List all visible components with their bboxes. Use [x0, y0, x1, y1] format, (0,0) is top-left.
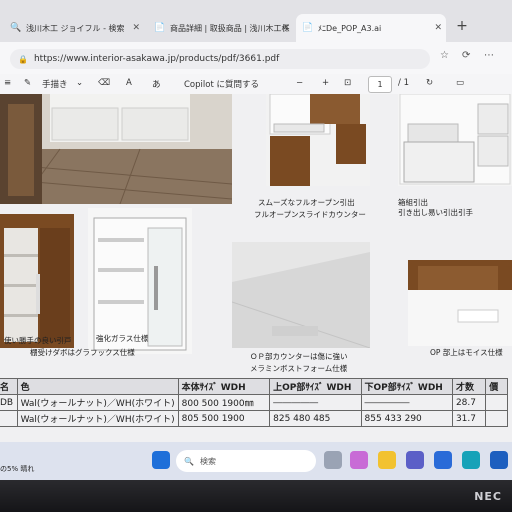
table-cell: 28.7 [451, 394, 487, 411]
table-cell: 31.7 [451, 410, 487, 427]
table-cell: DB [0, 394, 18, 411]
weather-widget[interactable]: の5% 晴れ [0, 464, 34, 474]
search-favicon-icon: 🔍 [10, 23, 22, 33]
table-row: Wal(ウォールナット)／WH(ホワイト) 805 500 1900 825 4… [0, 410, 508, 427]
caption-tempered-glass: 強化ガラス仕様 [96, 334, 149, 343]
slide-drawer-photo [266, 94, 370, 186]
header-cell: 色 [16, 378, 179, 395]
tab-label: ﾒﾆDe_POP_A3.ai [318, 23, 382, 33]
url-text: https://www.interior-asakawa.jp/products… [33, 54, 280, 64]
two-page-icon[interactable]: ▭ [456, 78, 464, 88]
task-view-icon[interactable] [324, 451, 342, 469]
caption-counter-durable: ＯＰ部カウンターは傷に強い [250, 352, 348, 361]
caption-drawer-handle: 引き出し易い引出引手 [398, 208, 473, 217]
counter-photo [232, 242, 370, 348]
search-placeholder: 検索 [199, 456, 216, 466]
laptop-bezel [0, 480, 512, 512]
tab-product[interactable]: 📄 商品詳細 | 取扱商品 | 浅川木工株 ✕ [148, 14, 294, 42]
page-total: / 1 [398, 78, 409, 88]
screen: 🔍 浅川木工 ジョイフル - 検索 ✕ 📄 商品詳細 | 取扱商品 | 浅川木工… [0, 0, 512, 480]
chevron-down-icon[interactable]: ⌄ [76, 78, 83, 88]
new-tab-button[interactable]: + [452, 16, 472, 36]
table-cell [485, 410, 508, 427]
table-row: DB Wal(ウォールナット)／WH(ホワイト) 800 500 1900㎜ ―… [0, 394, 508, 411]
read-aloud-button[interactable]: A [126, 78, 132, 88]
close-icon[interactable]: ✕ [132, 23, 140, 33]
start-icon[interactable] [152, 451, 170, 469]
caption-shelf-pins: 棚受けダボはグラフックス仕様 [30, 348, 135, 357]
caption-slide-drawer: スムーズなフルオープン引出 [258, 198, 355, 207]
file-explorer-icon[interactable] [378, 451, 396, 469]
page-number-input[interactable]: 1 [368, 76, 392, 93]
header-cell: 才数 [451, 378, 487, 395]
tab-search[interactable]: 🔍 浅川木工 ジョイフル - 検索 ✕ [4, 14, 144, 42]
box-drawer-photo [398, 94, 512, 186]
header-cell: 名 [0, 378, 18, 395]
word-icon[interactable] [490, 451, 508, 469]
more-icon[interactable]: ⋯ [484, 50, 494, 61]
sliding-door-photo [0, 214, 74, 348]
table-cell: Wal(ウォールナット)／WH(ホワイト) [16, 410, 179, 427]
table-cell: Wal(ウォールナット)／WH(ホワイト) [16, 394, 179, 411]
header-cell: 上OP部ｻｲｽﾞ WDH [269, 378, 362, 395]
close-icon[interactable]: ✕ [434, 23, 442, 33]
brand-logo: NEC [474, 490, 502, 503]
close-icon[interactable]: ✕ [282, 23, 290, 33]
caption-slide-counter: フルオープンスライドカウンター [254, 210, 366, 219]
refresh-icon[interactable]: ⟳ [462, 50, 470, 61]
table-cell: 825 480 485 [269, 410, 362, 427]
address-row: 🔒 https://www.interior-asakawa.jp/produc… [0, 42, 512, 74]
tab-label: 商品詳細 | 取扱商品 | 浅川木工株 [170, 23, 290, 33]
pdf-toolbar: ≡ ✎ 手描き ⌄ ⌫ A あ Copilot に質問する − + ⊡ 1 / … [0, 74, 512, 95]
room-photo [0, 94, 232, 204]
zoom-in-button[interactable]: + [322, 78, 329, 88]
caption-op-moiss: OP 部上はモイス仕様 [430, 348, 503, 357]
table-cell: 805 500 1900 [177, 410, 271, 427]
header-cell: 下OP部ｻｲｽﾞ WDH [360, 378, 453, 395]
draw-icon[interactable]: ✎ [24, 78, 31, 88]
table-cell: 855 433 290 [360, 410, 453, 427]
tab-label: 浅川木工 ジョイフル - 検索 [26, 23, 125, 33]
favorite-icon[interactable]: ☆ [440, 50, 449, 61]
contents-icon[interactable]: ≡ [4, 78, 11, 88]
tab-strip: 🔍 浅川木工 ジョイフル - 検索 ✕ 📄 商品詳細 | 取扱商品 | 浅川木工… [0, 0, 512, 42]
glass-cabinet-photo [88, 208, 192, 354]
draw-button[interactable]: 手描き [42, 78, 68, 90]
copilot-icon[interactable] [350, 451, 368, 469]
op-top-photo [408, 260, 512, 346]
header-cell: 本体ｻｲｽﾞ WDH [177, 378, 271, 395]
edge-icon[interactable] [462, 451, 480, 469]
search-icon: 🔍 [184, 456, 194, 466]
rotate-icon[interactable]: ↻ [426, 78, 433, 88]
zoom-out-button[interactable]: − [296, 78, 303, 88]
eraser-icon[interactable]: ⌫ [98, 78, 110, 88]
header-cell: 價 [485, 378, 508, 395]
caption-box-drawer: 箱組引出 [398, 198, 428, 207]
store-icon[interactable] [434, 451, 452, 469]
translate-icon[interactable]: あ [152, 78, 161, 90]
pdf-favicon-icon: 📄 [302, 23, 314, 33]
copilot-button[interactable]: Copilot に質問する [184, 78, 259, 90]
lock-icon: 🔒 [18, 54, 28, 64]
page-favicon-icon: 📄 [154, 23, 166, 33]
address-bar[interactable]: 🔒 https://www.interior-asakawa.jp/produc… [10, 49, 430, 69]
table-cell [0, 410, 18, 427]
tab-pdf[interactable]: 📄 ﾒﾆDe_POP_A3.ai ✕ [296, 14, 446, 42]
table-cell: ――――― [269, 394, 362, 411]
fit-page-icon[interactable]: ⊡ [344, 78, 351, 88]
table-cell [485, 394, 508, 411]
pdf-page: スムーズなフルオープン引出 フルオープンスライドカウンター 箱組引出 引き出し易… [0, 94, 512, 442]
caption-melamine: メラミンボストフォーム仕様 [250, 364, 348, 373]
table-cell: 800 500 1900㎜ [177, 394, 271, 411]
table-cell: ――――― [360, 394, 453, 411]
taskbar: の5% 晴れ 🔍 検索 [0, 442, 512, 480]
spec-table: 名 色 本体ｻｲｽﾞ WDH 上OP部ｻｲｽﾞ WDH 下OP部ｻｲｽﾞ WDH… [0, 378, 508, 427]
taskbar-search[interactable]: 🔍 検索 [176, 450, 316, 472]
caption-sliding-door: 使い勝手の良い引戸 [4, 336, 72, 345]
table-header-row: 名 色 本体ｻｲｽﾞ WDH 上OP部ｻｲｽﾞ WDH 下OP部ｻｲｽﾞ WDH… [0, 378, 508, 395]
teams-icon[interactable] [406, 451, 424, 469]
